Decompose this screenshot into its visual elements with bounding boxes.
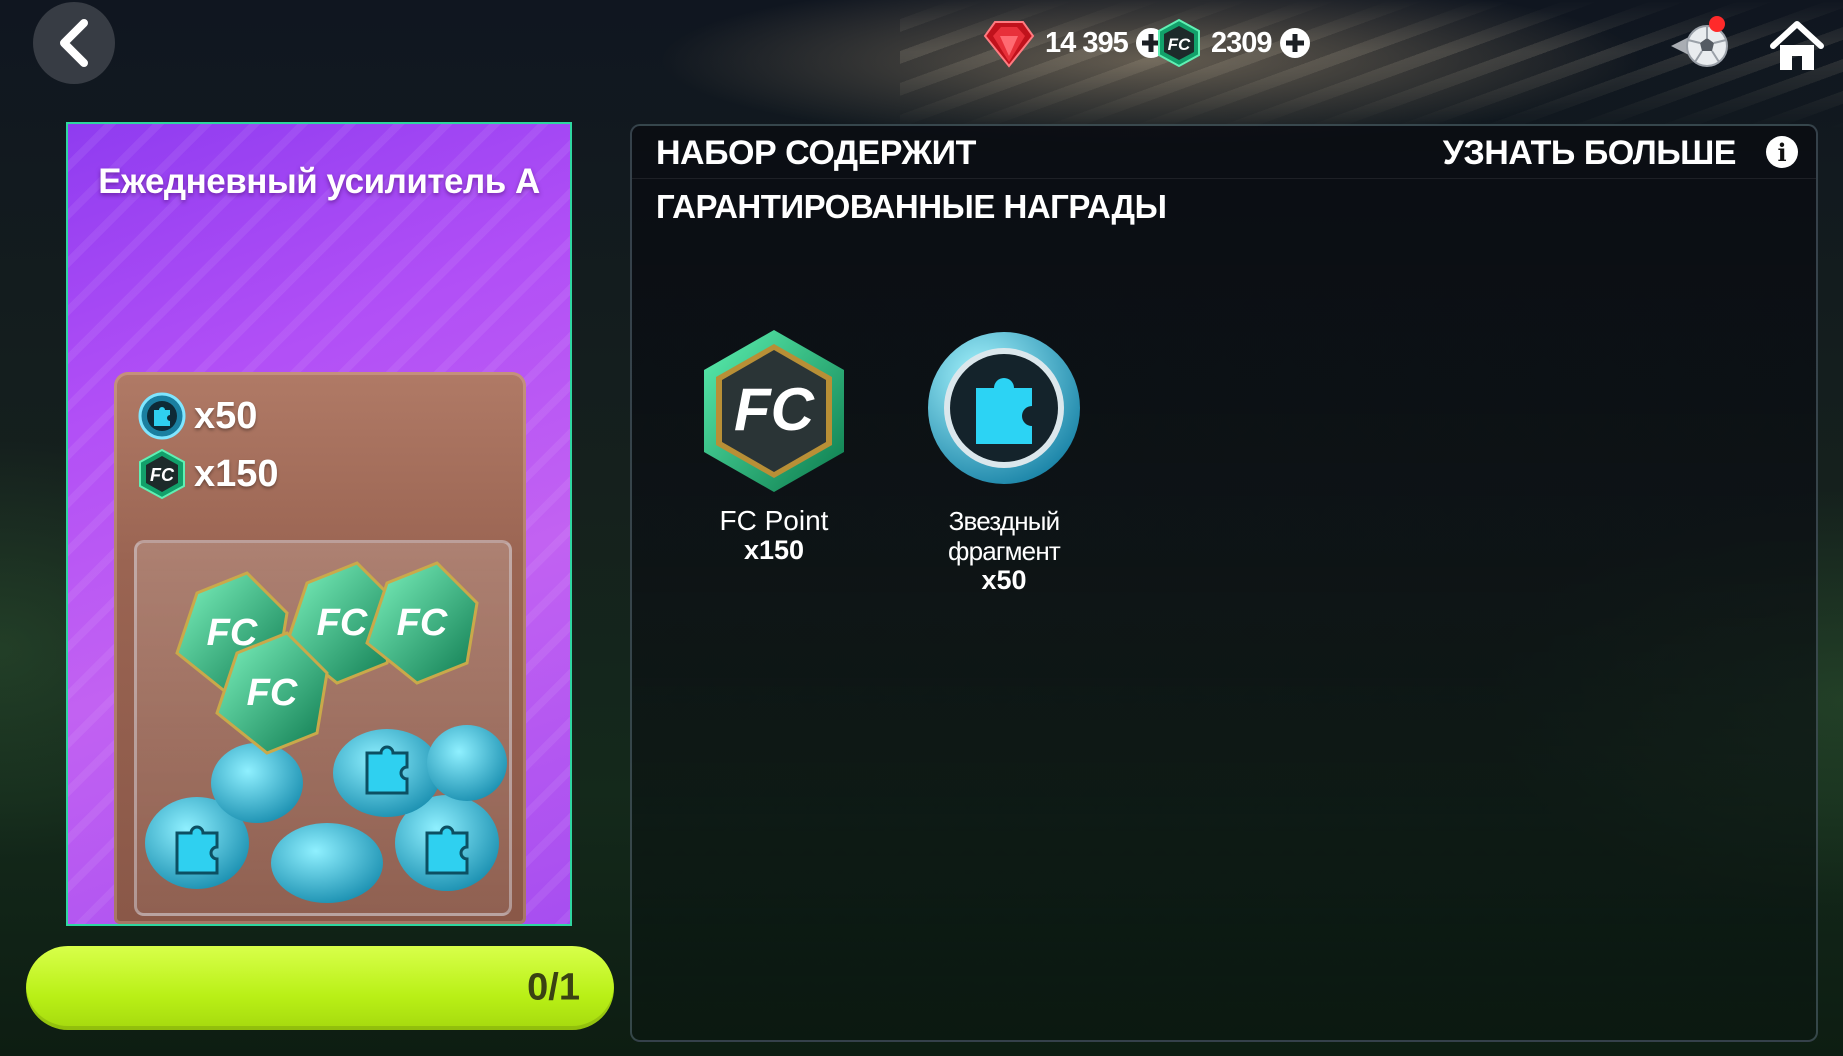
pack-content-item: FC x150	[138, 448, 279, 500]
info-icon[interactable]: i	[1766, 136, 1798, 168]
pack-items-pile: FC FC FC FC	[134, 540, 512, 916]
currency-bar: 14 395 FC 2309	[983, 14, 1843, 74]
pack-card[interactable]: Ежедневный усилитель А x50 FC x150 FC FC…	[66, 122, 572, 926]
fc-point-icon: FC	[704, 330, 844, 492]
svg-text:FC: FC	[1168, 35, 1191, 54]
fc-point-icon: FC	[139, 448, 185, 500]
reward-qty: x50	[981, 565, 1027, 595]
pack-crate: x50 FC x150 FC FC FC FC	[114, 372, 526, 924]
soccer-ball-button[interactable]	[1669, 16, 1735, 74]
reward-name: FC Point	[719, 505, 829, 536]
gems-value: 14 395	[1045, 26, 1129, 59]
contents-title: НАБОР СОДЕРЖИТ	[656, 134, 976, 172]
back-button[interactable]	[33, 2, 115, 84]
guaranteed-rewards-title: ГАРАНТИРОВАННЫЕ НАГРАДЫ	[656, 188, 1167, 225]
svg-text:FC: FC	[397, 602, 448, 644]
reward-qty: x150	[743, 535, 805, 565]
reward-name: Звездный фрагмент	[948, 506, 1061, 566]
svg-text:FC: FC	[247, 672, 298, 714]
pack-title: Ежедневный усилитель А	[98, 162, 540, 201]
star-fragment-icon	[928, 332, 1080, 484]
gems-counter: 14 395	[983, 14, 1166, 72]
star-fragment-icon	[138, 392, 186, 440]
fc-point-icon: FC	[1158, 18, 1200, 68]
learn-more-link[interactable]: УЗНАТЬ БОЛЬШЕ	[1443, 134, 1737, 173]
home-icon	[1770, 21, 1824, 70]
svg-text:FC: FC	[317, 602, 368, 644]
home-button[interactable]	[1769, 18, 1825, 74]
pack-content-qty: x150	[194, 452, 279, 495]
chevron-left-icon	[60, 19, 88, 67]
pack-progress-bar[interactable]: 0/1	[26, 946, 614, 1030]
notification-dot	[1709, 16, 1725, 32]
reward-item[interactable]: FC FC Point x150	[664, 326, 884, 564]
svg-text:FC: FC	[207, 612, 258, 654]
svg-text:FC: FC	[734, 376, 816, 443]
coins-pile-image: FC FC FC FC	[145, 561, 507, 903]
ruby-gem-icon	[983, 21, 1035, 68]
pack-contents-panel: НАБОР СОДЕРЖИТ УЗНАТЬ БОЛЬШЕ i ГАРАНТИРО…	[630, 124, 1818, 1042]
reward-item[interactable]: Звездный фрагмент x50	[894, 326, 1114, 594]
soccer-ball-icon	[1671, 25, 1728, 67]
fc-points-counter: FC 2309	[1157, 14, 1310, 72]
fc-points-value: 2309	[1211, 26, 1273, 59]
svg-text:FC: FC	[150, 465, 175, 485]
add-fc-points-button[interactable]	[1279, 28, 1310, 58]
pack-content-item: x50	[138, 392, 257, 440]
pack-content-qty: x50	[194, 394, 258, 437]
progress-text: 0/1	[527, 966, 580, 1009]
contents-header: НАБОР СОДЕРЖИТ УЗНАТЬ БОЛЬШЕ i	[632, 126, 1816, 179]
